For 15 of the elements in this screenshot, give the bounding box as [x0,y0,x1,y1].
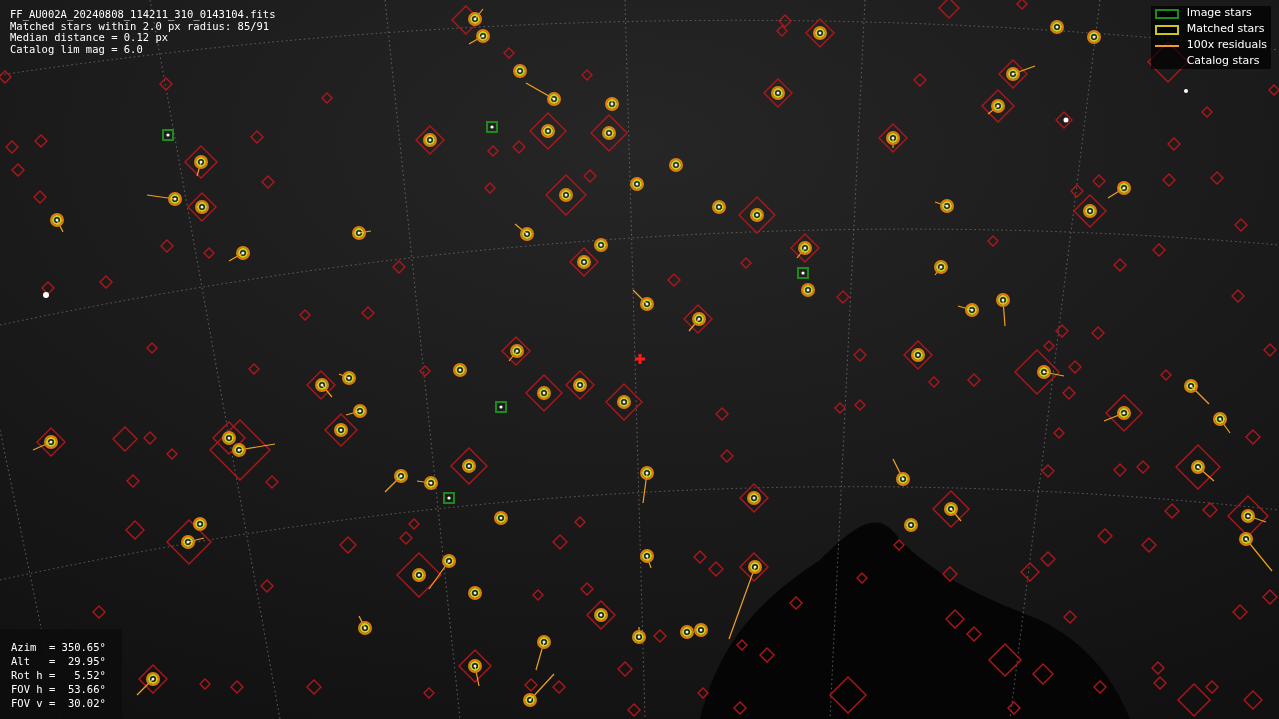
legend-label: Image stars [1186,5,1252,22]
pointing-text: Rot h = 5.52° [11,668,107,682]
info-text: Matched stars within 2.0 px radius: 85/91 [10,20,270,32]
info-text: Catalog lim mag = 6.0 [10,43,144,55]
residual-line-icon [1154,44,1179,47]
legend-label: Catalog stars [1186,53,1260,70]
pointing-text: FOV h = 53.66° [11,682,107,696]
matched-star-swatch-icon [1154,24,1179,35]
legend-label: Matched stars [1186,21,1265,38]
pointing-text: Azim = 350.65° [11,640,107,654]
pointing-text: Alt = 29.95° [11,654,107,668]
info-text: FF_AU002A_20240808_114211_310_0143104.fits [10,9,276,21]
pointing-text: FOV v = 30.02° [11,696,107,710]
legend-label: 100x residuals [1186,37,1267,54]
info-text: Median distance = 0.12 px [10,32,169,44]
